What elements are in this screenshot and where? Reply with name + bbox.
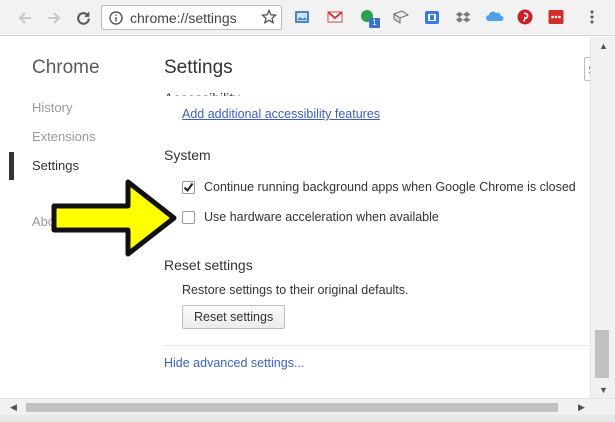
hardware-acceleration-checkbox[interactable] [182, 210, 195, 224]
divider [164, 345, 590, 346]
sidebar-brand: Chrome [32, 57, 100, 78]
address-text[interactable]: chrome://settings [130, 10, 237, 26]
reset-description: Restore settings to their original defau… [182, 283, 409, 297]
settings-main: Accessibility Settings S Add additional … [150, 37, 590, 402]
extension-badge: 1 [369, 18, 380, 28]
browser-toolbar: chrome://settings 1 [0, 0, 615, 36]
vertical-scroll-thumb[interactable] [595, 330, 609, 378]
gmail-icon[interactable] [327, 9, 343, 25]
mail-extension-icon[interactable] [392, 9, 410, 25]
reload-icon[interactable] [72, 7, 94, 29]
back-icon[interactable] [14, 7, 36, 29]
address-bar[interactable]: chrome://settings [101, 5, 282, 30]
system-section-title: System [164, 147, 211, 163]
vertical-scrollbar[interactable]: ▲ ▼ [590, 37, 615, 402]
lastpass-icon[interactable] [548, 9, 564, 25]
onedrive-icon[interactable] [486, 9, 504, 25]
background-apps-checkbox[interactable] [182, 180, 195, 194]
accessibility-link[interactable]: Add additional accessibility features [182, 107, 380, 121]
dropbox-icon[interactable] [455, 9, 471, 25]
horizontal-scrollbar[interactable]: ◀ ▶ [0, 398, 615, 415]
sidebar-item-extensions[interactable]: Extensions [32, 129, 96, 144]
background-apps-label: Continue running background apps when Go… [204, 180, 576, 194]
info-icon[interactable] [109, 11, 123, 30]
sidebar-item-history[interactable]: History [32, 100, 72, 115]
window-bottom-edge [0, 415, 615, 422]
reset-settings-button[interactable]: Reset settings [182, 305, 286, 329]
hardware-acceleration-label: Use hardware acceleration when available [204, 210, 439, 224]
accessibility-heading: Accessibility [164, 84, 240, 96]
scroll-down-icon[interactable]: ▼ [599, 385, 608, 395]
sidebar-item-settings[interactable]: Settings [32, 158, 79, 173]
scroll-right-icon[interactable]: ▶ [578, 402, 585, 413]
hardware-acceleration-option[interactable]: Use hardware acceleration when available [182, 210, 439, 224]
scroll-up-icon[interactable]: ▲ [599, 41, 608, 51]
star-icon[interactable] [258, 6, 280, 28]
horizontal-scroll-thumb[interactable] [26, 403, 558, 412]
scroll-left-icon[interactable]: ◀ [10, 402, 17, 413]
page-title: Settings [164, 57, 233, 78]
calendar-icon[interactable] [424, 9, 440, 25]
background-apps-option[interactable]: Continue running background apps when Go… [182, 180, 576, 194]
reset-section-title: Reset settings [164, 257, 253, 273]
active-indicator [9, 152, 14, 180]
pinterest-icon[interactable] [517, 9, 533, 25]
green-extension-icon[interactable]: 1 [360, 9, 380, 28]
hide-advanced-link[interactable]: Hide advanced settings... [164, 356, 304, 370]
yellow-arrow-icon [51, 179, 177, 257]
photos-icon[interactable] [294, 9, 310, 25]
menu-icon[interactable] [589, 9, 599, 25]
forward-icon[interactable] [43, 7, 65, 29]
